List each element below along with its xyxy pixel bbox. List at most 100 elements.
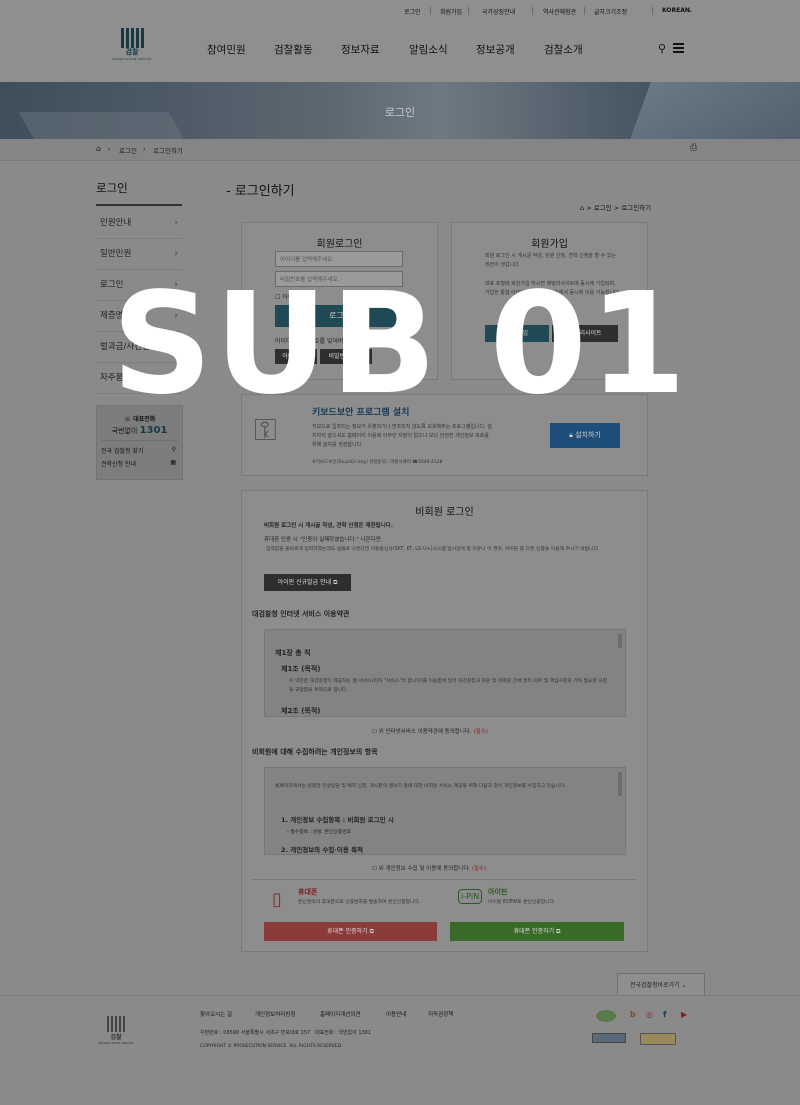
divider (652, 7, 653, 15)
content-path-text: > 로그인 > 로그인하기 (586, 204, 652, 212)
terms-title: 대검찰청 인터넷 서비스 이용약관 (252, 610, 350, 618)
required-badge: (필수) (471, 866, 487, 872)
phone-auth-button[interactable]: 휴대폰 인증하기 ⧉ (264, 922, 437, 941)
guest-note-1: 비회원 로그인 시 게시글 작성, 견학 신청은 제한됩니다. (264, 523, 393, 529)
ipin-guide-label: 아이핀 신규발급 안내 (277, 579, 332, 586)
phone-auth-label: 휴대폰 인증하기 (327, 928, 368, 935)
util-portal-link[interactable]: 국가상징안내 (482, 7, 515, 16)
footer-link[interactable]: 이용안내 (386, 1010, 406, 1018)
calendar-icon: ▦ (170, 459, 176, 466)
facebook-icon[interactable]: f (663, 1010, 666, 1019)
phone-icon: ▯ (272, 889, 282, 910)
phone-auth-title: 휴대폰 (298, 888, 318, 896)
footer-link[interactable]: 저작권정책 (428, 1010, 453, 1018)
logo-mark (96, 1016, 136, 1032)
menu-item[interactable]: 검찰활동 (274, 42, 313, 57)
terms-chapter: 제1장 총 칙 (275, 649, 311, 657)
privacy-text: 홈페이지에서는 원활한 민원상담 및 예약 신청, 게시판의 글쓰기 등에 대한… (275, 784, 566, 789)
terms-article-text: 이 약관은 대검찰청이 제공하는 웹 서비스(이하 "서비스"라 합니다)를 이… (289, 679, 608, 693)
chevron-right-icon: › (143, 145, 146, 153)
tour-link[interactable]: 견학신청 안내 ▦ (101, 459, 178, 468)
divider (430, 7, 431, 15)
youtube-icon[interactable]: ▶ (681, 1010, 687, 1019)
tour-label: 견학신청 안내 (101, 461, 137, 468)
util-fontsize[interactable]: 글자크기조정 (594, 7, 627, 16)
breadcrumb-item[interactable]: 로그인하기 (153, 145, 183, 155)
content-path: ⌂ > 로그인 > 로그인하기 (580, 202, 651, 212)
required-badge: (필수) (473, 729, 488, 735)
guest-note-3: 입력값을 올바르게 입력하였는데도 실패로 나온다면 이동통신사(SKT, KT… (266, 547, 600, 552)
agree-privacy-label: 위 개인정보 수집 및 이용에 동의합니다. (378, 866, 471, 872)
footer-logo-en: PROSECUTION SERVICE (98, 1041, 134, 1045)
search-icon[interactable]: ⚲ (658, 42, 666, 55)
site-logo[interactable]: 검찰 PROSECUTION SERVICE (110, 28, 154, 68)
divider (468, 7, 469, 15)
terms-scrollbox[interactable]: 제1장 총 칙 제1조 (목적) 이 약관은 대검찰청이 제공하는 웹 서비스(… (264, 629, 626, 717)
instagram-icon[interactable]: ◎ (646, 1010, 653, 1019)
footer-logo-name: 검찰 (110, 1034, 122, 1041)
chevron-down-icon: ⌄ (688, 7, 694, 14)
join-title: 회원가입 (531, 239, 568, 250)
header: 검찰 PROSECUTION SERVICE 참여민원 검찰활동 정보자료 알림… (0, 22, 800, 82)
agree-privacy-checkbox[interactable]: ☐ 위 개인정보 수집 및 이용에 동의합니다. (필수) (372, 864, 486, 872)
footer-link[interactable]: 찾아오시는 길 (200, 1010, 232, 1018)
menu-item[interactable]: 검찰소개 (544, 42, 583, 57)
divider (532, 7, 533, 15)
page-title: - 로그인하기 (226, 184, 295, 199)
footer: 검찰 PROSECUTION SERVICE 찾아오시는 길 개인정보처리방침 … (0, 995, 800, 1105)
util-join-link[interactable]: 회원가입 (440, 7, 462, 16)
ipin-auth-button[interactable]: 휴대폰 인증하기 ⧉ (450, 922, 624, 941)
privacy-scrollbox[interactable]: 홈페이지에서는 원활한 민원상담 및 예약 신청, 게시판의 글쓰기 등에 대한… (264, 767, 626, 855)
find-office-label: 전국 검찰청 찾기 (101, 448, 144, 455)
print-icon[interactable]: ⎙ (690, 143, 697, 153)
menu-item[interactable]: 참여민원 (207, 42, 246, 57)
footer-link[interactable]: 홈페이지개선의견 (320, 1010, 360, 1018)
footer-link[interactable]: 개인정보처리방침 (255, 1010, 295, 1018)
sub-label-overlay: SUB 01 (111, 263, 689, 426)
accessibility-mark-icon (592, 1033, 626, 1043)
phone-auth-desc: 본인명의의 휴대폰으로 인증번호를 발송하여 본인인증합니다. (298, 900, 421, 905)
language-select[interactable]: KOREAN (662, 7, 690, 14)
keyboard-note: ※키보드보안(TouchEn key) 관련문의 : 라온시큐어 ☎1644-4… (312, 460, 443, 465)
breadcrumb: ⌂ › 로그인 › 로그인하기 ⎙ (0, 139, 800, 161)
menu-icon[interactable] (673, 43, 684, 55)
divider (252, 879, 637, 880)
util-history-link[interactable]: 역사관체험관 (543, 7, 576, 16)
menu-item[interactable]: 정보공개 (476, 42, 515, 57)
guest-login-box: 비회원 로그인 비회원 로그인 시 게시글 작성, 견학 신청은 제한됩니다. … (241, 490, 648, 952)
menu-item[interactable]: 알림소식 (409, 42, 448, 57)
guest-title: 비회원 로그인 (415, 507, 474, 518)
privacy-item: 2. 개인정보의 수집·이용 목적 (281, 846, 364, 854)
address-text: 우편번호 : 06590 서울특별시 서초구 반포대로 157 (200, 1030, 311, 1036)
install-label: 설치하기 (575, 431, 601, 439)
logo-mark (110, 28, 154, 48)
ipin-guide-button[interactable]: 아이핀 신규발급 안내 ⧉ (264, 574, 351, 591)
tel-text: 대표전화 : 국번없이 1301 (315, 1030, 372, 1036)
menu-item[interactable]: 정보자료 (341, 42, 380, 57)
prosecution-office-select[interactable]: 전국검찰청바로가기 ⌄ (617, 973, 705, 996)
home-icon[interactable]: ⌂ (96, 144, 101, 153)
util-login-link[interactable]: 로그인 (404, 7, 421, 16)
privacy-subitem: - 필수항목 : 성명, 본인인증번호 (287, 830, 351, 835)
blog-icon[interactable]: b (630, 1010, 636, 1019)
goto-label: 전국검찰청바로가기 (630, 982, 680, 989)
sidebar-item[interactable]: 민원안내 › (96, 208, 182, 239)
find-office-link[interactable]: 전국 검찰청 찾기 ⚲ (101, 440, 178, 455)
chevron-right-icon: › (108, 145, 111, 153)
agree-terms-label: 위 인터넷서비스 이용약관에 동의합니다. (378, 729, 472, 735)
scrollbar[interactable] (618, 772, 622, 796)
page-banner: 로그인 (0, 82, 800, 139)
chevron-down-icon: ⌄ (681, 982, 687, 989)
scrollbar[interactable] (618, 634, 622, 648)
lock-icon: 🔒︎ (569, 431, 573, 439)
ipin-icon: i-PIN (458, 889, 483, 904)
ipin-auth-label: 휴대폰 인증하기 (513, 928, 555, 935)
location-icon: ⚲ (171, 446, 176, 453)
banner-title: 로그인 (384, 106, 416, 119)
home-icon[interactable]: ⌂ (580, 204, 584, 212)
breadcrumb-item[interactable]: 로그인 (119, 145, 137, 155)
utility-bar: 로그인 회원가입 국가상징안내 역사관체험관 글자크기조정 KOREAN ⌄ (0, 0, 800, 22)
logo-name: 검찰 (125, 48, 139, 56)
agree-terms-checkbox[interactable]: ☐ 위 인터넷서비스 이용약관에 동의합니다. (필수) (372, 727, 488, 735)
terms-article: 제2조 (목적) (281, 707, 321, 715)
